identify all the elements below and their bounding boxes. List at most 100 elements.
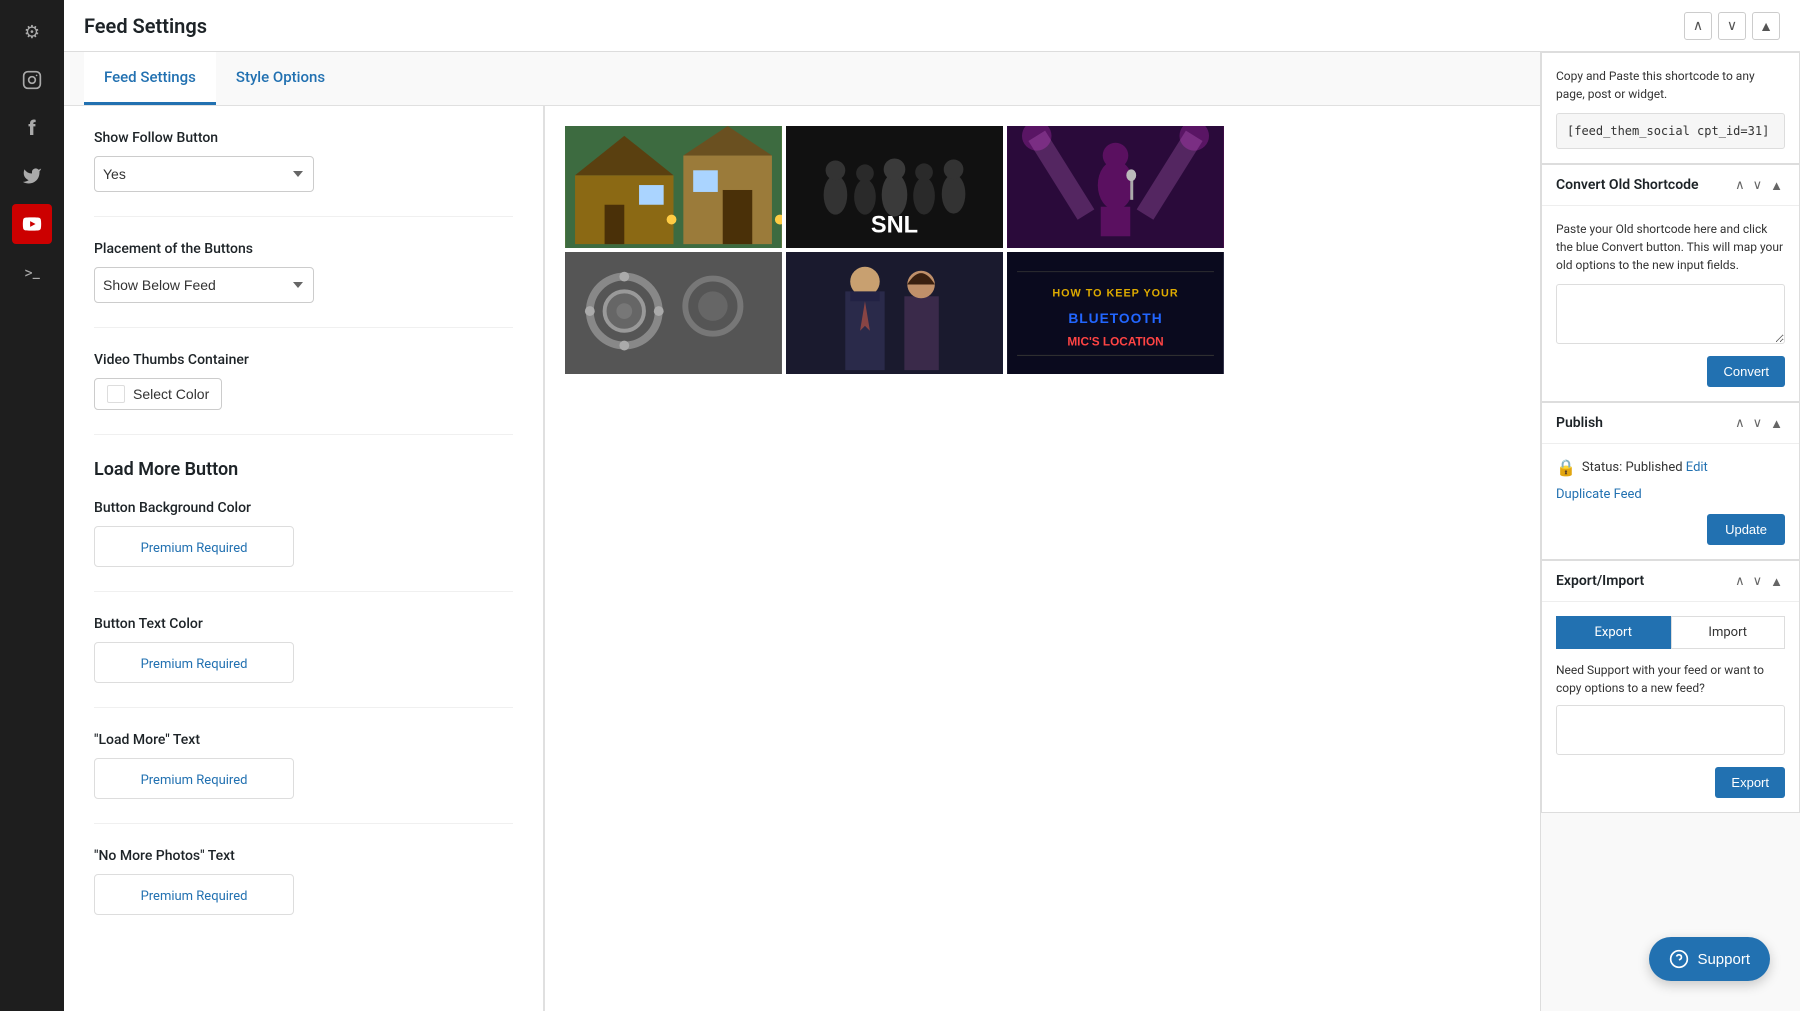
publish-chevron-up[interactable]: ∧	[1733, 415, 1747, 431]
duplicate-feed-link[interactable]: Duplicate Feed	[1556, 487, 1785, 502]
export-import-title: Export/Import	[1556, 573, 1644, 589]
shortcode-description: Copy and Paste this shortcode to any pag…	[1556, 67, 1785, 103]
video-thumb-3[interactable]	[1007, 126, 1224, 248]
right-sidebar: Copy and Paste this shortcode to any pag…	[1540, 52, 1800, 1011]
show-follow-button-select[interactable]: Yes No	[94, 156, 314, 192]
center-panel: Feed Settings Style Options Show Follow …	[64, 52, 1540, 1011]
top-bar: Feed Settings ∧ ∨ ▲	[64, 0, 1800, 52]
placement-group: Placement of the Buttons Show Below Feed…	[94, 241, 513, 328]
ei-collapse[interactable]: ▲	[1768, 573, 1785, 589]
export-import-body: Export Import Need Support with your fee…	[1542, 602, 1799, 812]
chevron-down-button[interactable]: ∨	[1718, 12, 1746, 40]
publish-panel-controls: ∧ ∨ ▲	[1733, 415, 1785, 431]
sidebar-icon-terminal[interactable]: >_	[12, 252, 52, 292]
support-icon	[1669, 949, 1689, 969]
show-follow-button-label: Show Follow Button	[94, 130, 513, 146]
video-thumbs-label: Video Thumbs Container	[94, 352, 513, 368]
sidebar: ⚙ f >_	[0, 0, 64, 1011]
convert-panel-title: Convert Old Shortcode	[1556, 177, 1699, 193]
no-more-photos-group: "No More Photos" Text Premium Required	[94, 848, 513, 939]
publish-panel-body: 🔒 Status: Published Edit Duplicate Feed …	[1542, 444, 1799, 559]
sidebar-icon-youtube[interactable]	[12, 204, 52, 244]
load-more-text-label: "Load More" Text	[94, 732, 513, 748]
preview-area: SNL	[544, 106, 1244, 1011]
btn-text-color-group: Button Text Color Premium Required	[94, 616, 513, 708]
load-more-text-premium-box: Premium Required	[94, 758, 294, 799]
ei-chevron-down[interactable]: ∨	[1751, 573, 1765, 589]
status-text: Status: Published Edit	[1582, 460, 1708, 475]
shortcode-panel: Copy and Paste this shortcode to any pag…	[1541, 52, 1800, 164]
publish-collapse[interactable]: ▲	[1768, 415, 1785, 431]
svg-text:MIC'S LOCATION: MIC'S LOCATION	[1067, 335, 1163, 349]
export-import-tabs: Export Import	[1556, 616, 1785, 649]
export-import-controls: ∧ ∨ ▲	[1733, 573, 1785, 589]
publish-panel-header: Publish ∧ ∨ ▲	[1542, 403, 1799, 444]
export-import-header: Export/Import ∧ ∨ ▲	[1542, 561, 1799, 602]
export-tab[interactable]: Export	[1556, 616, 1671, 649]
convert-button[interactable]: Convert	[1707, 356, 1785, 387]
video-thumb-6[interactable]: HOW TO KEEP YOUR BLUETOOTH MIC'S LOCATIO…	[1007, 252, 1224, 374]
ei-chevron-up[interactable]: ∧	[1733, 573, 1747, 589]
select-color-label: Select Color	[133, 386, 209, 402]
no-more-photos-label: "No More Photos" Text	[94, 848, 513, 864]
convert-panel: Convert Old Shortcode ∧ ∨ ▲ Paste your O…	[1541, 164, 1800, 402]
show-follow-button-group: Show Follow Button Yes No	[94, 130, 513, 217]
svg-text:SNL: SNL	[871, 212, 918, 238]
no-more-photos-premium-box: Premium Required	[94, 874, 294, 915]
tab-style-options[interactable]: Style Options	[216, 52, 345, 105]
shortcode-value[interactable]: [feed_them_social cpt_id=31]	[1556, 113, 1785, 149]
publish-panel-title: Publish	[1556, 415, 1603, 431]
sidebar-icon-instagram[interactable]	[12, 60, 52, 100]
svg-text:HOW TO KEEP YOUR: HOW TO KEEP YOUR	[1052, 287, 1178, 299]
export-button[interactable]: Export	[1715, 767, 1785, 798]
chevron-up-button[interactable]: ∧	[1684, 12, 1712, 40]
video-thumb-5[interactable]	[786, 252, 1003, 374]
convert-shortcode-input[interactable]	[1556, 284, 1785, 344]
import-tab[interactable]: Import	[1671, 616, 1786, 649]
load-more-text-premium-link[interactable]: Premium Required	[141, 773, 248, 788]
export-input[interactable]	[1556, 705, 1785, 755]
settings-form: Show Follow Button Yes No Placement of t…	[64, 106, 544, 1011]
main-wrap: Feed Settings ∧ ∨ ▲ Feed Settings Style …	[64, 0, 1800, 1011]
page-title: Feed Settings	[84, 14, 207, 38]
support-button[interactable]: Support	[1649, 937, 1770, 981]
video-thumb-2[interactable]: SNL	[786, 126, 1003, 248]
publish-panel: Publish ∧ ∨ ▲ 🔒 Status: Published Edit	[1541, 402, 1800, 560]
update-button[interactable]: Update	[1707, 514, 1785, 545]
btn-text-premium-box: Premium Required	[94, 642, 294, 683]
convert-description: Paste your Old shortcode here and click …	[1556, 220, 1785, 274]
video-thumb-4[interactable]	[565, 252, 782, 374]
btn-text-premium-link[interactable]: Premium Required	[141, 657, 248, 672]
no-more-photos-premium-link[interactable]: Premium Required	[141, 889, 248, 904]
btn-bg-color-group: Button Background Color Premium Required	[94, 500, 513, 592]
placement-select[interactable]: Show Below Feed Show Above Feed	[94, 267, 314, 303]
edit-link[interactable]: Edit	[1686, 460, 1708, 475]
select-color-button[interactable]: Select Color	[94, 378, 222, 410]
collapse-button[interactable]: ▲	[1752, 12, 1780, 40]
convert-chevron-down[interactable]: ∨	[1751, 177, 1765, 193]
btn-bg-color-label: Button Background Color	[94, 500, 513, 516]
color-swatch	[107, 385, 125, 403]
convert-chevron-up[interactable]: ∧	[1733, 177, 1747, 193]
convert-panel-body: Paste your Old shortcode here and click …	[1542, 206, 1799, 401]
support-label: Support	[1697, 951, 1750, 968]
export-description: Need Support with your feed or want to c…	[1556, 661, 1785, 697]
status-icon: 🔒	[1556, 458, 1576, 477]
btn-bg-premium-link[interactable]: Premium Required	[141, 541, 248, 556]
publish-chevron-down[interactable]: ∨	[1751, 415, 1765, 431]
tab-feed-settings[interactable]: Feed Settings	[84, 52, 216, 105]
convert-collapse[interactable]: ▲	[1768, 177, 1785, 193]
convert-panel-controls: ∧ ∨ ▲	[1733, 177, 1785, 193]
btn-text-color-label: Button Text Color	[94, 616, 513, 632]
top-bar-controls: ∧ ∨ ▲	[1684, 12, 1780, 40]
sidebar-icon-facebook[interactable]: f	[12, 108, 52, 148]
tabs-bar: Feed Settings Style Options	[64, 52, 1540, 106]
content-area: Feed Settings Style Options Show Follow …	[64, 52, 1800, 1011]
video-thumbs-group: Video Thumbs Container Select Color	[94, 352, 513, 435]
svg-text:BLUETOOTH: BLUETOOTH	[1068, 311, 1162, 326]
sidebar-icon-twitter[interactable]	[12, 156, 52, 196]
video-thumb-1[interactable]	[565, 126, 782, 248]
load-more-section: Load More Button Button Background Color…	[94, 459, 513, 939]
export-import-panel: Export/Import ∧ ∨ ▲ Export Import Need S…	[1541, 560, 1800, 813]
sidebar-icon-gear[interactable]: ⚙	[12, 12, 52, 52]
